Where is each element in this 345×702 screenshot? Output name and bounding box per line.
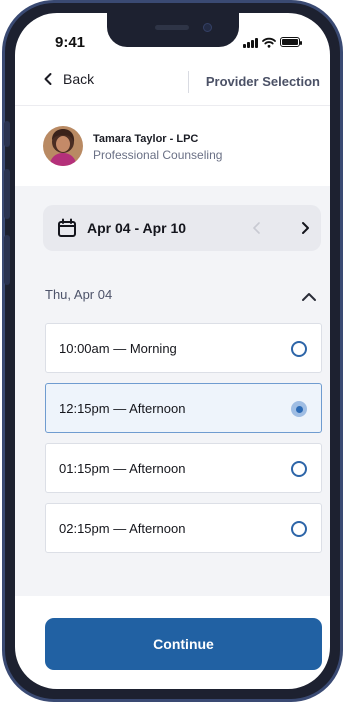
calendar-icon: [58, 218, 76, 237]
time-slot[interactable]: 10:00am — Morning: [45, 323, 322, 373]
time-slot-label: 10:00am — Morning: [59, 341, 177, 356]
avatar: [43, 126, 83, 166]
nav-bar: Back Provider Selection: [15, 61, 330, 106]
time-slot-label: 01:15pm — Afternoon: [59, 461, 186, 476]
chevron-up-icon[interactable]: [301, 291, 317, 303]
phone-frame: 9:41 Back Provider Selection Tamara Tayl…: [2, 0, 343, 702]
time-slot-label: 12:15pm — Afternoon: [59, 401, 186, 416]
chevron-left-icon[interactable]: [251, 219, 263, 237]
day-header: Thu, Apr 04: [45, 287, 113, 302]
provider-name: Tamara Taylor - LPC: [93, 133, 199, 145]
back-button[interactable]: Back: [41, 71, 94, 87]
time-slot[interactable]: 01:15pm — Afternoon: [45, 443, 322, 493]
front-camera: [203, 23, 212, 32]
page-title: Provider Selection: [205, 74, 320, 89]
date-range-label: Apr 04 - Apr 10: [87, 220, 187, 236]
radio-button[interactable]: [291, 341, 307, 357]
nav-divider: [188, 71, 189, 93]
notch: [107, 13, 239, 47]
time-slot-selected[interactable]: 12:15pm — Afternoon: [45, 383, 322, 433]
chevron-left-icon: [44, 73, 52, 85]
provider-card: Tamara Taylor - LPC Professional Counsel…: [15, 106, 330, 186]
time-slot-list: 10:00am — Morning 12:15pm — Afternoon 01…: [45, 323, 322, 563]
status-icons: [243, 35, 302, 49]
chevron-right-icon[interactable]: [299, 219, 311, 237]
profile-photo-icon: [43, 126, 83, 166]
radio-button[interactable]: [291, 461, 307, 477]
provider-specialty: Professional Counseling: [93, 148, 223, 162]
volume-down-button: [4, 235, 10, 285]
screen: 9:41 Back Provider Selection Tamara Tayl…: [15, 13, 330, 689]
radio-button-checked[interactable]: [291, 401, 307, 417]
continue-button[interactable]: Continue: [45, 618, 322, 670]
time-slot-label: 02:15pm — Afternoon: [59, 521, 186, 536]
time-slot[interactable]: 02:15pm — Afternoon: [45, 503, 322, 553]
back-label: Back: [63, 71, 95, 87]
date-range-picker: Apr 04 - Apr 10: [43, 205, 321, 251]
battery-icon: [280, 37, 302, 47]
radio-button[interactable]: [291, 521, 307, 537]
volume-up-button: [4, 169, 10, 219]
status-time: 9:41: [55, 34, 86, 51]
wifi-icon: [262, 37, 276, 48]
mute-switch: [4, 121, 10, 147]
speaker: [155, 25, 189, 30]
signal-icon: [243, 37, 258, 48]
